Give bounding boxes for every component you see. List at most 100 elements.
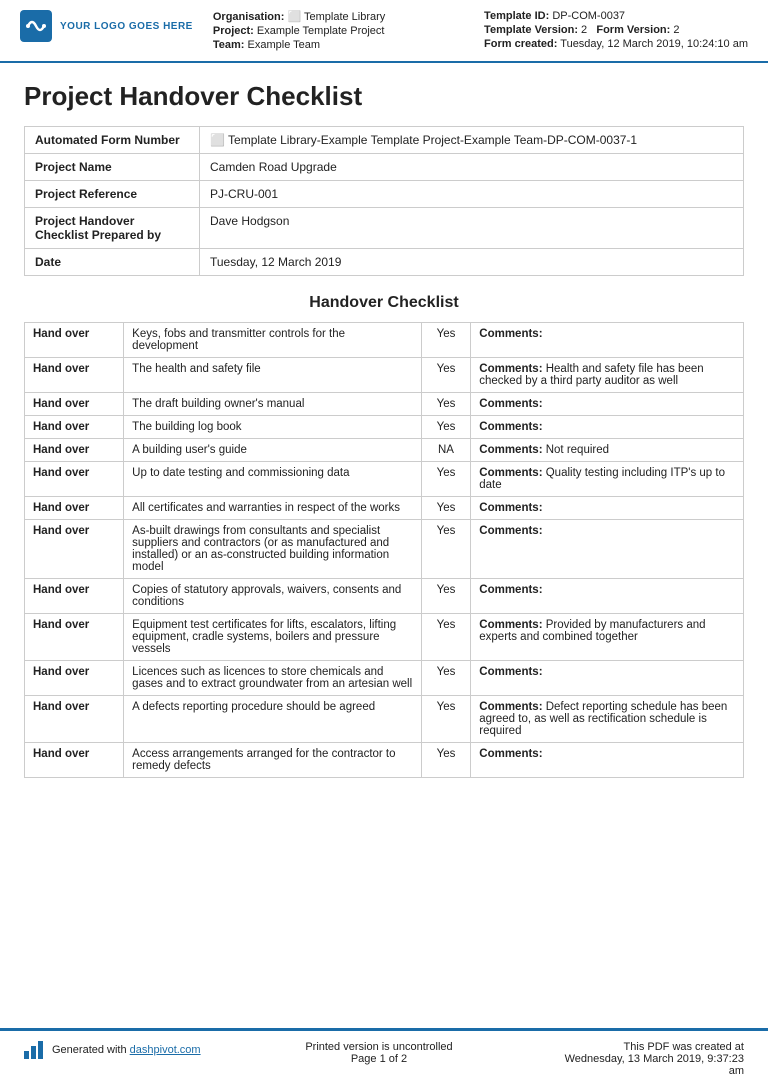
template-id-value: DP-COM-0037 xyxy=(552,10,625,22)
checklist-row: Hand over Equipment test certificates fo… xyxy=(25,614,744,661)
checklist-value: Yes xyxy=(421,358,471,393)
checklist-description: The draft building owner's manual xyxy=(124,393,422,416)
checklist-comments: Comments: Provided by manufacturers and … xyxy=(471,614,744,661)
info-row: Project Reference PJ-CRU-001 xyxy=(25,181,744,208)
checklist-comments: Comments: xyxy=(471,743,744,778)
header-template-id-row: Template ID: DP-COM-0037 xyxy=(484,10,748,22)
form-version-label: Form Version: xyxy=(596,24,670,36)
footer-center-line1: Printed version is uncontrolled xyxy=(305,1041,452,1053)
checklist-label: Hand over xyxy=(25,439,124,462)
checklist-label: Hand over xyxy=(25,696,124,743)
checklist-description: Up to date testing and commissioning dat… xyxy=(124,462,422,497)
info-value: Dave Hodgson xyxy=(200,208,744,249)
info-row: Project Handover Checklist Prepared by D… xyxy=(25,208,744,249)
checklist-value: Yes xyxy=(421,520,471,579)
logo-area: YOUR LOGO GOES HERE xyxy=(20,10,193,42)
checklist-description: Copies of statutory approvals, waivers, … xyxy=(124,579,422,614)
header-right: Template ID: DP-COM-0037 Template Versio… xyxy=(484,10,748,52)
checklist-description: The health and safety file xyxy=(124,358,422,393)
footer-right-line3: am xyxy=(554,1065,744,1077)
info-row: Project Name Camden Road Upgrade xyxy=(25,154,744,181)
form-version-value: 2 xyxy=(673,24,679,36)
checklist-value: Yes xyxy=(421,579,471,614)
info-label: Project Reference xyxy=(25,181,200,208)
checklist-row: Hand over The draft building owner's man… xyxy=(25,393,744,416)
footer-right: This PDF was created at Wednesday, 13 Ma… xyxy=(554,1041,744,1077)
comment-label: Comments: xyxy=(479,525,542,537)
checklist-comments: Comments: Quality testing including ITP'… xyxy=(471,462,744,497)
checklist-comments: Comments: xyxy=(471,393,744,416)
checklist-section-title: Handover Checklist xyxy=(24,294,744,312)
comment-label: Comments: xyxy=(479,748,542,760)
logo-icon xyxy=(20,10,52,42)
page-title: Project Handover Checklist xyxy=(24,81,744,112)
info-value: Tuesday, 12 March 2019 xyxy=(200,249,744,276)
logo-text: YOUR LOGO GOES HERE xyxy=(60,21,193,32)
info-row: Automated Form Number ⬜ Template Library… xyxy=(25,127,744,154)
checklist-row: Hand over The building log book Yes Comm… xyxy=(25,416,744,439)
checklist-comments: Comments: xyxy=(471,520,744,579)
header-organisation-row: Organisation: ⬜ Template Library xyxy=(213,10,484,23)
team-label: Team: xyxy=(213,39,245,51)
comment-label: Comments: xyxy=(479,502,542,514)
footer-left: Generated with dashpivot.com xyxy=(24,1041,204,1059)
checklist-label: Hand over xyxy=(25,416,124,439)
footer-right-line2: Wednesday, 13 March 2019, 9:37:23 xyxy=(554,1053,744,1065)
checklist-label: Hand over xyxy=(25,579,124,614)
checklist-value: Yes xyxy=(421,416,471,439)
checklist-row: Hand over Licences such as licences to s… xyxy=(25,661,744,696)
comment-label: Comments: xyxy=(479,666,542,678)
checklist-value: Yes xyxy=(421,497,471,520)
organisation-value: ⬜ Template Library xyxy=(287,11,385,23)
info-value: PJ-CRU-001 xyxy=(200,181,744,208)
info-table: Automated Form Number ⬜ Template Library… xyxy=(24,126,744,276)
checklist-row: Hand over As-built drawings from consult… xyxy=(25,520,744,579)
dashpivot-link[interactable]: dashpivot.com xyxy=(130,1044,201,1056)
checklist-comments: Comments: xyxy=(471,497,744,520)
comment-label: Comments: xyxy=(479,421,542,433)
checklist-description: All certificates and warranties in respe… xyxy=(124,497,422,520)
bar-chart-icon xyxy=(24,1041,46,1059)
info-label: Project Name xyxy=(25,154,200,181)
checklist-description: Equipment test certificates for lifts, e… xyxy=(124,614,422,661)
checklist-description: A building user's guide xyxy=(124,439,422,462)
checklist-value: Yes xyxy=(421,696,471,743)
comment-label: Comments: xyxy=(479,363,542,375)
info-label: Date xyxy=(25,249,200,276)
checklist-value: Yes xyxy=(421,393,471,416)
footer: Generated with dashpivot.com Printed ver… xyxy=(0,1028,768,1087)
info-value: ⬜ Template Library-Example Template Proj… xyxy=(200,127,744,154)
checklist-label: Hand over xyxy=(25,462,124,497)
template-id-label: Template ID: xyxy=(484,10,549,22)
main-content: Project Handover Checklist Automated For… xyxy=(0,63,768,1028)
checklist-row: Hand over A defects reporting procedure … xyxy=(25,696,744,743)
comment-label: Comments: xyxy=(479,584,542,596)
form-created-label: Form created: xyxy=(484,38,557,50)
footer-center-line2: Page 1 of 2 xyxy=(305,1053,452,1065)
checklist-row: Hand over The health and safety file Yes… xyxy=(25,358,744,393)
checklist-value: Yes xyxy=(421,743,471,778)
header-team-row: Team: Example Team xyxy=(213,39,484,51)
footer-generated-text: Generated with dashpivot.com xyxy=(52,1044,201,1056)
checklist-comments: Comments: xyxy=(471,416,744,439)
checklist-value: Yes xyxy=(421,614,471,661)
checklist-row: Hand over Up to date testing and commiss… xyxy=(25,462,744,497)
project-label: Project: xyxy=(213,25,254,37)
checklist-label: Hand over xyxy=(25,393,124,416)
checklist-label: Hand over xyxy=(25,743,124,778)
header: YOUR LOGO GOES HERE Organisation: ⬜ Temp… xyxy=(0,0,768,63)
project-value: Example Template Project xyxy=(257,25,385,37)
checklist-comments: Comments: xyxy=(471,661,744,696)
checklist-description: As-built drawings from consultants and s… xyxy=(124,520,422,579)
checklist-comments: Comments: Defect reporting schedule has … xyxy=(471,696,744,743)
template-version-label: Template Version: xyxy=(484,24,578,36)
checklist-value: Yes xyxy=(421,661,471,696)
checklist-comments: Comments: xyxy=(471,323,744,358)
template-version-value: 2 xyxy=(581,24,587,36)
checklist-label: Hand over xyxy=(25,661,124,696)
page: YOUR LOGO GOES HERE Organisation: ⬜ Temp… xyxy=(0,0,768,1087)
comment-label: Comments: xyxy=(479,444,542,456)
checklist-value: NA xyxy=(421,439,471,462)
team-value: Example Team xyxy=(248,39,321,51)
footer-right-line1: This PDF was created at xyxy=(554,1041,744,1053)
